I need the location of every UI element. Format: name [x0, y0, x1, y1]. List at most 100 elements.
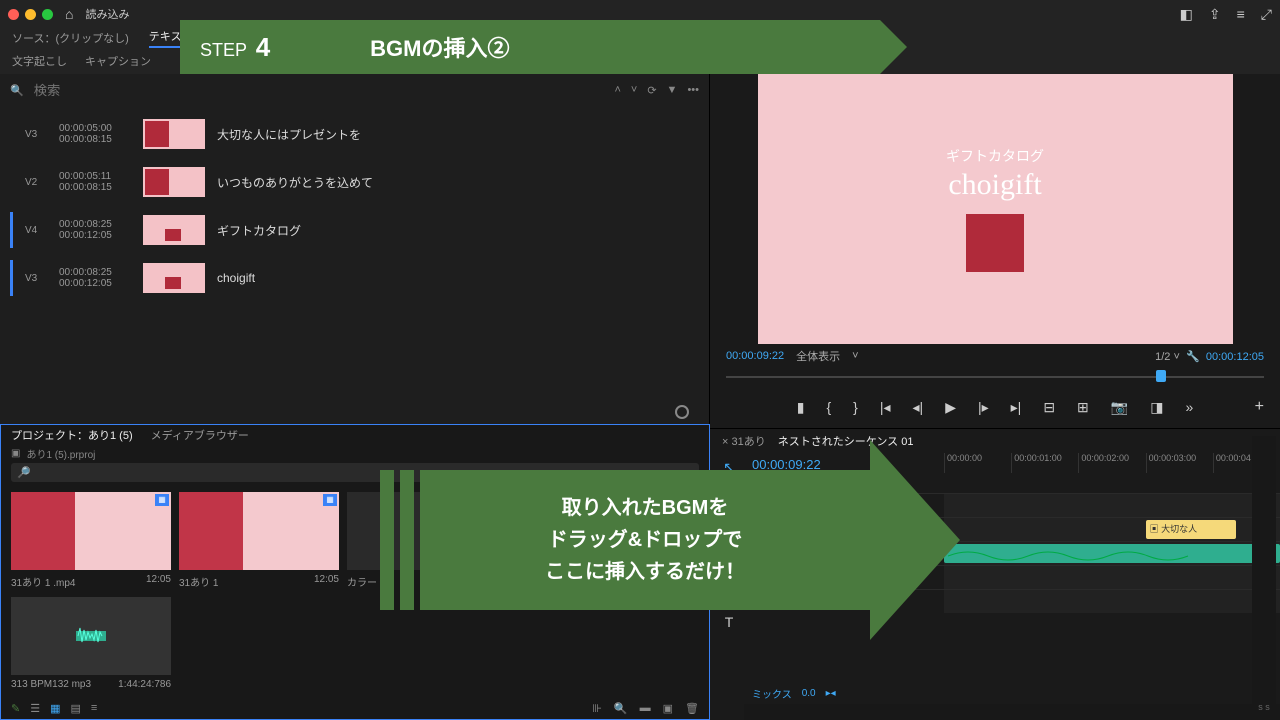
search-icon[interactable]: 🔍 — [10, 84, 24, 97]
export-frame-icon[interactable]: 📷 — [1111, 399, 1128, 416]
caption-item[interactable]: V3 00:00:08:2500:00:12:05 choigift — [0, 254, 709, 302]
caption-scrubber[interactable] — [0, 400, 709, 424]
timeline-tools: ↖ ⇥ ✂ ✎ ✋ T — [714, 453, 744, 720]
mark-out-icon[interactable]: } — [853, 399, 858, 415]
freeform-icon[interactable]: ▤ — [71, 702, 81, 715]
extract-icon[interactable]: ⊞ — [1077, 399, 1089, 416]
timeline-tab-1[interactable]: × 31あり — [722, 433, 766, 449]
media-browser-tab[interactable]: メディアブラウザー — [151, 427, 249, 443]
pen-tool-icon[interactable]: ✎ — [723, 552, 735, 569]
program-scale[interactable]: 1/2 — [1155, 351, 1170, 363]
fullscreen-icon[interactable]: ⤢ — [1261, 6, 1272, 23]
icon-view-icon[interactable]: ▦ — [50, 702, 60, 715]
expand-icon[interactable]: ▸◂ — [826, 688, 836, 699]
chevron-down-icon[interactable]: ˅ — [1173, 351, 1179, 363]
mic-icon[interactable]: 🎤 — [805, 548, 817, 559]
mic-icon[interactable]: 🎤 — [805, 572, 817, 583]
mix-value[interactable]: 0.0 — [802, 688, 816, 699]
share-icon[interactable]: ⇪ — [1209, 6, 1221, 23]
add-button-icon[interactable]: + — [1255, 398, 1264, 416]
new-bin-icon[interactable]: ▬ — [640, 702, 651, 715]
caption-list: V3 00:00:05:0000:00:08:15 大切な人にはプレゼントを V… — [0, 106, 709, 400]
settings-icon[interactable]: ⚙ — [806, 476, 816, 492]
project-item[interactable]: 313 BPM132 mp31:44:24:786 — [11, 597, 171, 690]
home-icon[interactable]: ⌂ — [65, 6, 73, 22]
project-item[interactable]: ▦31あり 1 .mp412:05 — [11, 492, 171, 589]
selection-tool-icon[interactable]: ↖ — [723, 459, 735, 476]
lift-icon[interactable]: ⊟ — [1043, 399, 1055, 416]
prev-icon[interactable]: ˄ — [614, 84, 620, 96]
audio-clip[interactable] — [944, 544, 1280, 563]
sort-icon[interactable]: ≡ — [91, 702, 97, 714]
timeline-tab-2[interactable]: ネストされたシーケンス 01 — [778, 433, 914, 449]
refresh-icon[interactable]: ⟳ — [647, 84, 656, 97]
program-zoom[interactable]: 全体表示 — [796, 348, 840, 364]
project-item[interactable]: カラー — [347, 492, 507, 589]
timeline-scrollbar[interactable] — [744, 704, 1280, 720]
timeline-track-a2[interactable]: A2MS🎤 — [744, 565, 1280, 589]
add-marker-icon[interactable]: ▮ — [797, 399, 805, 416]
program-slider[interactable] — [726, 368, 1264, 386]
caption-search-input[interactable] — [34, 83, 605, 98]
caption-item[interactable]: V4 00:00:08:2500:00:12:05 ギフトカタログ — [0, 206, 709, 254]
caption-item[interactable]: V2 00:00:05:1100:00:08:15 いつものありがとうを込めて — [0, 158, 709, 206]
timeline-track-v1[interactable]: V1⊡ ▣ 大切な人 — [744, 517, 1280, 541]
timeline-track-a3[interactable]: A3MS🎤 — [744, 589, 1280, 613]
step-fwd-icon[interactable]: |▸ — [978, 399, 989, 416]
program-timecode-left[interactable]: 00:00:09:22 — [726, 350, 784, 362]
timeline-timecode[interactable]: 00:00:09:22 — [752, 457, 936, 472]
close-window[interactable] — [8, 9, 19, 20]
wrench-icon[interactable]: 🔧 — [1186, 351, 1200, 363]
ripple-icon[interactable]: ✂ — [723, 521, 735, 538]
more-icon[interactable]: ••• — [687, 84, 699, 96]
program-timecode-right[interactable]: 00:00:12:05 — [1206, 351, 1264, 363]
chevron-down-icon[interactable]: ˅ — [852, 350, 858, 362]
transport-controls: ▮ { } |◂ ◂| ▶ |▸ ▸| ⊟ ⊞ 📷 ◨ » + — [726, 386, 1264, 428]
play-icon[interactable]: ▶ — [945, 399, 956, 416]
menu-icon[interactable]: ≡ — [1237, 6, 1245, 23]
project-tab[interactable]: プロジェクト：あり1 (5) — [11, 427, 133, 443]
snap-icon[interactable]: �磁 — [752, 476, 774, 492]
transcribe-tab[interactable]: 文字起こし — [12, 53, 67, 69]
automate-icon[interactable]: ⊪ — [592, 702, 602, 715]
project-item[interactable]: ネストされたシーケンス 0112:06 — [515, 492, 675, 589]
program-monitor: ギフトカタログ choigift 00:00:09:22 全体表示 ˅ 1/2 … — [710, 74, 1280, 428]
folder-icon[interactable]: ▭ — [683, 466, 693, 479]
new-item-icon[interactable]: ▣ — [663, 702, 673, 715]
hand-tool-icon[interactable]: ✋ — [720, 583, 737, 600]
marker-nav-icon[interactable]: ◆ — [792, 476, 800, 492]
timeline-track-v2[interactable]: V2⊡ — [744, 493, 1280, 517]
compare-icon[interactable]: ◨ — [1150, 399, 1163, 416]
source-none-tab[interactable]: ソース：(クリップなし) — [12, 30, 129, 46]
go-out-icon[interactable]: ▸| — [1011, 399, 1022, 416]
maximize-window[interactable] — [42, 9, 53, 20]
loading-label: 読み込み — [85, 6, 129, 22]
program-card — [966, 214, 1024, 272]
mix-label: ミックス — [752, 686, 792, 701]
caption-tab[interactable]: キャプション — [85, 53, 151, 69]
minimize-window[interactable] — [25, 9, 36, 20]
find-icon[interactable]: 🔍 — [614, 702, 628, 715]
workspace-icon[interactable]: ◧ — [1180, 6, 1193, 23]
step-back-icon[interactable]: ◂| — [913, 399, 924, 416]
playhead-icon[interactable] — [1156, 370, 1166, 382]
bin-icon[interactable]: ▣ — [11, 448, 20, 459]
project-item[interactable]: ▦31あり 112:05 — [179, 492, 339, 589]
pen-icon[interactable]: ✎ — [11, 702, 20, 715]
trash-icon[interactable]: 🗑 — [685, 702, 699, 715]
link-icon[interactable]: ⌇ — [780, 476, 785, 492]
next-icon[interactable]: ˅ — [631, 84, 637, 96]
type-tool-icon[interactable]: T — [725, 614, 734, 630]
caption-item[interactable]: V3 00:00:05:0000:00:08:15 大切な人にはプレゼントを — [0, 110, 709, 158]
filter-icon[interactable]: ▼ — [667, 84, 678, 96]
track-select-icon[interactable]: ⇥ — [723, 490, 735, 507]
mic-icon[interactable]: 🎤 — [805, 596, 817, 607]
timeline-track-a1[interactable]: A1MS🎤 — [744, 541, 1280, 565]
mark-in-icon[interactable]: { — [826, 399, 831, 415]
timeline-ruler[interactable]: 00:00:0000:00:01:0000:00:02:0000:00:03:0… — [944, 453, 1280, 473]
more-transport-icon[interactable]: » — [1185, 399, 1193, 415]
go-in-icon[interactable]: |◂ — [880, 399, 891, 416]
list-view-icon[interactable]: ☰ — [30, 702, 40, 715]
video-clip[interactable]: ▣ 大切な人 — [1146, 520, 1236, 539]
project-search[interactable]: 🔎 ▭ — [11, 463, 699, 481]
